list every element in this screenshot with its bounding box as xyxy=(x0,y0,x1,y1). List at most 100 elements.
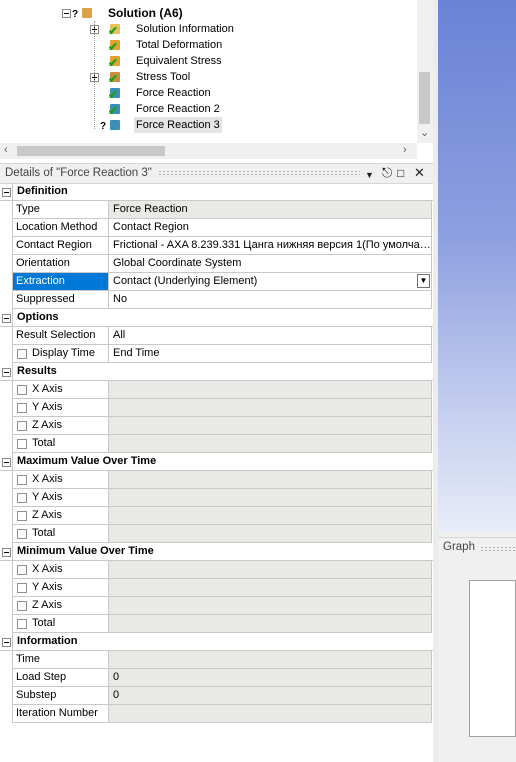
property-value[interactable]: End Time xyxy=(109,345,432,363)
parameter-checkbox[interactable] xyxy=(17,439,27,449)
tree-node[interactable]: ✔ Equivalent Stress xyxy=(0,53,417,69)
property-name[interactable]: Display Time xyxy=(13,345,109,363)
property-row[interactable]: X Axis xyxy=(0,471,433,489)
property-name[interactable]: Z Axis xyxy=(13,417,109,435)
parameter-checkbox[interactable] xyxy=(17,475,27,485)
tree-node[interactable]: ✔ Stress Tool xyxy=(0,69,417,85)
property-row[interactable]: Z Axis xyxy=(0,597,433,615)
drag-grip[interactable] xyxy=(480,546,516,552)
property-name[interactable]: Total xyxy=(13,615,109,633)
scroll-right-icon[interactable]: › xyxy=(403,144,407,156)
property-name[interactable]: Y Axis xyxy=(13,579,109,597)
parameter-checkbox[interactable] xyxy=(17,493,27,503)
property-name[interactable]: Load Step xyxy=(13,669,109,687)
property-row[interactable]: Total xyxy=(0,615,433,633)
category-information[interactable]: Information xyxy=(0,633,433,651)
property-row[interactable]: Y Axis xyxy=(0,399,433,417)
property-row[interactable]: Type Force Reaction xyxy=(0,201,433,219)
property-row[interactable]: Load Step 0 xyxy=(0,669,433,687)
parameter-checkbox[interactable] xyxy=(17,385,27,395)
property-name[interactable]: Time xyxy=(13,651,109,669)
property-name[interactable]: Contact Region xyxy=(13,237,109,255)
property-name[interactable]: Iteration Number xyxy=(13,705,109,723)
pin-icon[interactable]: ⎋ xyxy=(382,166,392,180)
maximize-icon[interactable]: □ xyxy=(397,166,404,180)
property-row[interactable]: Total xyxy=(0,435,433,453)
category-definition[interactable]: Definition xyxy=(0,183,433,201)
collapse-icon[interactable] xyxy=(2,638,11,647)
property-name[interactable]: Suppressed xyxy=(13,291,109,309)
tree-vertical-scrollbar[interactable]: ⌄ xyxy=(417,0,433,143)
property-row[interactable]: Z Axis xyxy=(0,417,433,435)
dropdown-menu-icon[interactable]: ▼ xyxy=(365,168,374,182)
property-row[interactable]: Z Axis xyxy=(0,507,433,525)
property-name[interactable]: Orientation xyxy=(13,255,109,273)
property-name[interactable]: Total xyxy=(13,525,109,543)
property-name[interactable]: Y Axis xyxy=(13,489,109,507)
property-row[interactable]: Contact Region Frictional - AXA 8.239.331… xyxy=(0,237,433,255)
tree-node[interactable]: ✔ Force Reaction xyxy=(0,85,417,101)
property-name[interactable]: Type xyxy=(13,201,109,219)
category-results[interactable]: Results xyxy=(0,363,433,381)
parameter-checkbox[interactable] xyxy=(17,421,27,431)
parameter-checkbox[interactable] xyxy=(17,403,27,413)
property-name[interactable]: Result Selection xyxy=(13,327,109,345)
property-value[interactable]: All xyxy=(109,327,432,345)
drag-grip[interactable] xyxy=(158,170,360,176)
property-row[interactable]: Display Time End Time xyxy=(0,345,433,363)
property-name[interactable]: X Axis xyxy=(13,471,109,489)
tree-node[interactable]: ✔ Force Reaction 2 xyxy=(0,101,417,117)
outline-tree[interactable]: ? Solution (A6) ✔ Solution Information ✔ Tota… xyxy=(0,0,433,143)
property-row[interactable]: Extraction Contact (Underlying Element) ▼ xyxy=(0,273,433,291)
collapse-icon[interactable] xyxy=(2,368,11,377)
tree-node[interactable]: ? Solution (A6) xyxy=(0,5,417,21)
property-name[interactable]: Z Axis xyxy=(13,507,109,525)
property-value[interactable]: Contact Region xyxy=(109,219,432,237)
property-row[interactable]: Substep 0 xyxy=(0,687,433,705)
property-row[interactable]: Iteration Number xyxy=(0,705,433,723)
parameter-checkbox[interactable] xyxy=(17,565,27,575)
parameter-checkbox[interactable] xyxy=(17,619,27,629)
parameter-checkbox[interactable] xyxy=(17,601,27,611)
tree-node[interactable]: ✔ Total Deformation xyxy=(0,37,417,53)
collapse-icon[interactable] xyxy=(2,188,11,197)
graphics-viewport[interactable] xyxy=(438,0,516,532)
parameter-checkbox[interactable] xyxy=(17,583,27,593)
collapse-icon[interactable] xyxy=(2,314,11,323)
property-row[interactable]: Result Selection All xyxy=(0,327,433,345)
property-value[interactable]: Global Coordinate System xyxy=(109,255,432,273)
property-name[interactable]: Substep xyxy=(13,687,109,705)
tree-node[interactable]: ? Force Reaction 3 xyxy=(0,117,417,133)
property-row[interactable]: Location Method Contact Region xyxy=(0,219,433,237)
collapse-icon[interactable] xyxy=(2,548,11,557)
property-row[interactable]: Y Axis xyxy=(0,489,433,507)
property-name[interactable]: X Axis xyxy=(13,381,109,399)
scroll-left-icon[interactable]: ‹ xyxy=(4,144,8,156)
property-row[interactable]: Y Axis xyxy=(0,579,433,597)
collapse-icon[interactable] xyxy=(2,458,11,467)
property-row[interactable]: Orientation Global Coordinate System xyxy=(0,255,433,273)
property-row[interactable]: X Axis xyxy=(0,561,433,579)
tree-node[interactable]: ✔ Solution Information xyxy=(0,21,417,37)
scrollbar-thumb[interactable] xyxy=(17,146,165,156)
property-value[interactable]: No xyxy=(109,291,432,309)
property-row[interactable]: X Axis xyxy=(0,381,433,399)
property-row[interactable]: Total xyxy=(0,525,433,543)
property-name[interactable]: Location Method xyxy=(13,219,109,237)
collapse-icon[interactable] xyxy=(62,9,71,18)
property-value[interactable]: Contact (Underlying Element) ▼ xyxy=(109,273,432,291)
dropdown-arrow-icon[interactable]: ▼ xyxy=(417,274,430,288)
property-value[interactable]: Frictional - AXA 8.239.331 Цанга нижняя … xyxy=(109,237,432,255)
category-options[interactable]: Options xyxy=(0,309,433,327)
property-row[interactable]: Time xyxy=(0,651,433,669)
close-icon[interactable]: ✕ xyxy=(414,166,425,180)
scroll-down-icon[interactable]: ⌄ xyxy=(420,126,429,139)
property-name[interactable]: Z Axis xyxy=(13,597,109,615)
parameter-checkbox[interactable] xyxy=(17,349,27,359)
property-name[interactable]: Y Axis xyxy=(13,399,109,417)
property-name[interactable]: X Axis xyxy=(13,561,109,579)
scrollbar-thumb[interactable] xyxy=(419,72,430,124)
property-name[interactable]: Total xyxy=(13,435,109,453)
property-name[interactable]: Extraction xyxy=(13,273,109,291)
tree-horizontal-scrollbar[interactable]: ‹ › xyxy=(0,143,417,159)
